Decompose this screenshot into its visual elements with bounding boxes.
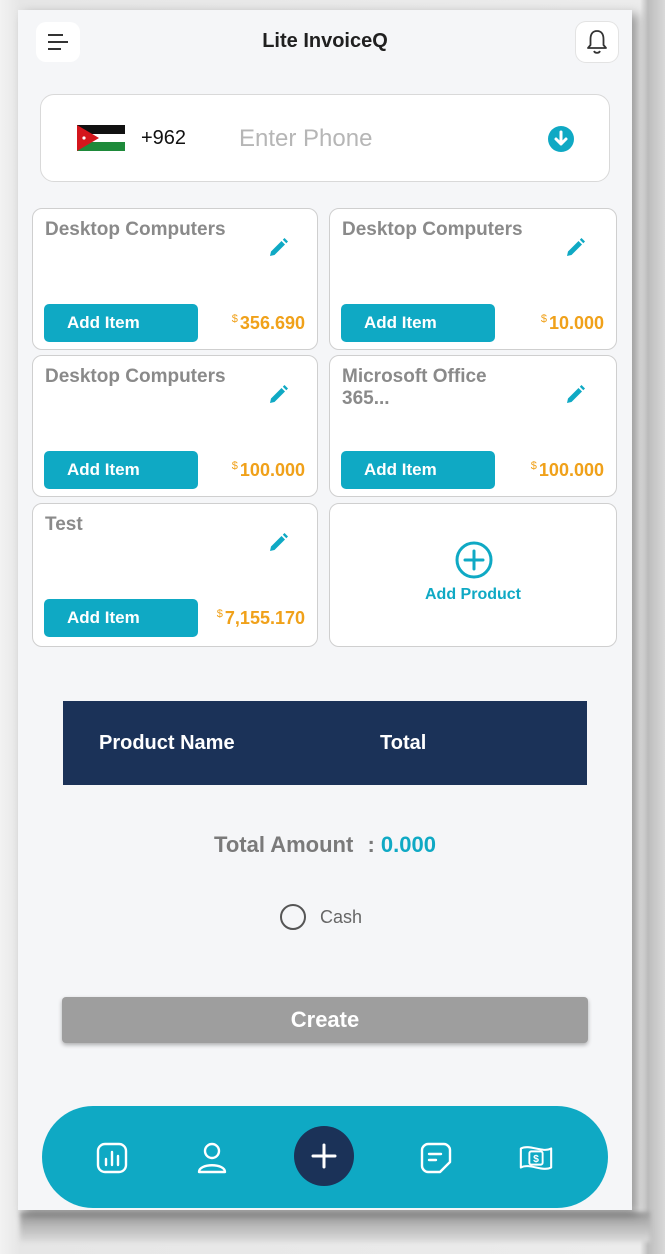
bell-icon: [587, 30, 607, 54]
jordan-flag-icon[interactable]: [77, 125, 125, 151]
product-price: $100.000: [530, 460, 604, 480]
total-amount-value: 0.000: [380, 832, 436, 857]
column-header-total: Total: [380, 732, 427, 754]
bottom-navigation: $: [42, 1106, 608, 1208]
cash-label: Cash: [320, 906, 363, 927]
cash-radio[interactable]: [280, 904, 306, 930]
pencil-icon[interactable]: [265, 235, 291, 261]
country-code[interactable]: +962: [141, 127, 186, 150]
add-product-label: Add Product: [425, 586, 521, 603]
create-button[interactable]: Create: [62, 997, 588, 1043]
product-name: Desktop Computers: [45, 219, 226, 240]
pencil-icon[interactable]: [562, 382, 588, 408]
device-shadow: [20, 1212, 650, 1242]
product-price: $100.000: [231, 460, 305, 480]
invoice-icon: [420, 1142, 452, 1174]
add-item-button[interactable]: Add Item: [44, 599, 198, 637]
column-header-product-name: Product Name: [99, 732, 235, 754]
pencil-icon[interactable]: [265, 530, 291, 556]
product-name: Desktop Computers: [342, 219, 523, 240]
chevron-down-circle-icon[interactable]: [547, 125, 575, 153]
product-card[interactable]: Test Add Item $7,155.170: [32, 503, 318, 647]
payment-cash-option[interactable]: Cash: [280, 900, 362, 934]
money-icon: $: [519, 1146, 553, 1170]
product-price: $7,155.170: [216, 608, 305, 628]
user-icon: [197, 1142, 227, 1174]
plus-icon: [311, 1143, 337, 1169]
total-amount-separator: :: [367, 832, 375, 857]
nav-customers[interactable]: [194, 1140, 230, 1176]
phone-input-card: +962: [40, 94, 610, 182]
plus-circle-icon: [455, 541, 493, 579]
product-card[interactable]: Desktop Computers Add Item $356.690: [32, 208, 318, 350]
reports-icon: [96, 1142, 128, 1174]
nav-new-invoice[interactable]: [294, 1126, 354, 1186]
pencil-icon[interactable]: [562, 235, 588, 261]
app-title: Lite InvoiceQ: [262, 30, 388, 52]
nav-reports[interactable]: [94, 1140, 130, 1176]
notifications-button[interactable]: [576, 22, 618, 62]
product-name: Microsoft Office 365...: [342, 366, 487, 409]
product-card[interactable]: Desktop Computers Add Item $10.000: [329, 208, 617, 350]
phone-input[interactable]: [237, 121, 541, 157]
product-name: Desktop Computers: [45, 366, 226, 387]
svg-text:$: $: [533, 1154, 539, 1165]
nav-payments[interactable]: $: [518, 1140, 554, 1176]
nav-invoices[interactable]: [418, 1140, 454, 1176]
add-item-button[interactable]: Add Item: [341, 451, 495, 489]
total-amount-label: Total Amount: [214, 832, 354, 857]
add-item-button[interactable]: Add Item: [341, 304, 495, 342]
add-item-button[interactable]: Add Item: [44, 451, 198, 489]
app-screen: Lite InvoiceQ +962 Desktop Computers Add…: [18, 10, 632, 1210]
product-name: Test: [45, 514, 83, 535]
product-price: $356.690: [231, 313, 305, 333]
add-item-button[interactable]: Add Item: [44, 304, 198, 342]
total-amount: Total Amount : 0.000: [18, 832, 632, 858]
product-card[interactable]: Microsoft Office 365... Add Item $100.00…: [329, 355, 617, 497]
invoice-table-header: Product Name Total: [63, 701, 587, 785]
pencil-icon[interactable]: [265, 382, 291, 408]
add-product-card[interactable]: Add Product: [329, 503, 617, 647]
product-card[interactable]: Desktop Computers Add Item $100.000: [32, 355, 318, 497]
product-price: $10.000: [540, 313, 604, 333]
